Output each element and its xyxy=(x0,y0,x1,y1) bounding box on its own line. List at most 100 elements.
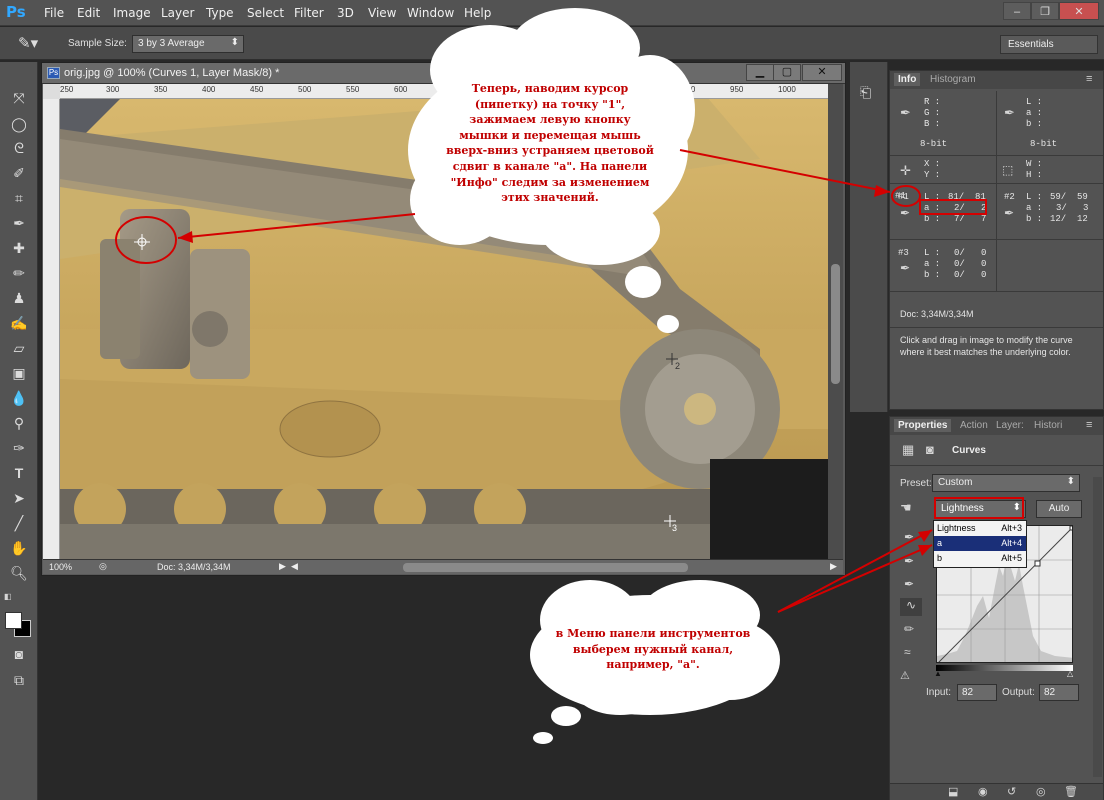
history-panel-icon[interactable]: ⎗ xyxy=(860,84,880,102)
menu-filter[interactable]: Filter xyxy=(294,6,324,20)
horizontal-scroll-thumb[interactable] xyxy=(403,563,688,572)
healing-brush-tool-icon[interactable]: ✚ xyxy=(8,238,30,258)
doc-close-button[interactable]: ✕ xyxy=(802,64,842,81)
menu-edit[interactable]: Edit xyxy=(77,6,100,20)
menu-type[interactable]: Type xyxy=(206,6,234,20)
sample-size-select[interactable]: 3 by 3 Average ⬍ xyxy=(132,35,244,53)
image-canvas[interactable]: 2 3 xyxy=(60,99,828,559)
tab-actions[interactable]: Action xyxy=(956,419,992,432)
tab-histogram[interactable]: Histogram xyxy=(926,73,980,86)
black-point-eyedropper-icon[interactable]: ✒ xyxy=(904,530,914,544)
status-menu-arrow-icon[interactable]: ▶ xyxy=(279,561,286,572)
color-sampler-tool-icon[interactable]: ✎▾ xyxy=(18,34,44,54)
w-label: W : xyxy=(1026,159,1043,169)
white-slider-icon[interactable]: △ xyxy=(1067,669,1073,678)
photoshop-logo: Ps xyxy=(6,3,26,21)
pen-tool-icon[interactable]: ✑ xyxy=(8,438,30,458)
menu-file[interactable]: File xyxy=(44,6,64,20)
tab-layers[interactable]: Layer: xyxy=(992,419,1028,432)
properties-scrollbar[interactable] xyxy=(1093,477,1102,777)
auto-button[interactable]: Auto xyxy=(1036,500,1082,518)
clip-to-layer-icon[interactable]: ⬓ xyxy=(948,785,958,798)
zoom-level[interactable]: 100% xyxy=(49,562,72,572)
move-tool-icon[interactable]: ⤧ xyxy=(8,88,30,108)
menu-help[interactable]: Help xyxy=(464,6,491,20)
minimize-button[interactable]: – xyxy=(1003,2,1031,20)
menu-window[interactable]: Window xyxy=(407,6,454,20)
hand-tool-icon[interactable]: ✋ xyxy=(8,538,30,558)
output-label: Output: xyxy=(1002,687,1035,698)
smooth-curve-icon[interactable]: ≈ xyxy=(904,645,911,659)
visibility-eye-icon[interactable]: ◎ xyxy=(1036,785,1046,798)
quick-select-tool-icon[interactable]: ✐ xyxy=(8,163,30,183)
tab-info[interactable]: Info xyxy=(894,73,921,86)
white-point-eyedropper-icon[interactable]: ✒ xyxy=(904,577,914,591)
document-title: orig.jpg @ 100% (Curves 1, Layer Mask/8)… xyxy=(64,67,280,79)
vertical-scrollbar[interactable] xyxy=(828,84,843,559)
gradient-tool-icon[interactable]: ▣ xyxy=(8,363,30,383)
workspace-switcher[interactable]: Essentials xyxy=(1000,35,1098,54)
type-tool-icon[interactable]: T xyxy=(8,463,30,483)
gray-point-eyedropper-icon[interactable]: ✒ xyxy=(904,554,914,568)
close-app-button[interactable]: ✕ xyxy=(1059,2,1099,20)
menu-select[interactable]: Select xyxy=(247,6,284,20)
document-tab[interactable]: Ps orig.jpg @ 100% (Curves 1, Layer Mask… xyxy=(42,63,845,84)
channel-option-lightness[interactable]: Lightness Alt+3 xyxy=(934,521,1026,536)
reset-icon[interactable]: ↺ xyxy=(1007,785,1016,798)
panel-menu-icon[interactable]: ≡ xyxy=(1086,419,1092,431)
crop-tool-icon[interactable]: ⌗ xyxy=(8,188,30,208)
path-select-tool-icon[interactable]: ➤ xyxy=(8,488,30,508)
panel-menu-icon[interactable]: ≡ xyxy=(1086,73,1092,85)
dodge-tool-icon[interactable]: ⚲ xyxy=(8,413,30,433)
history-brush-tool-icon[interactable]: ✍ xyxy=(8,313,30,333)
vertical-ruler[interactable] xyxy=(43,99,60,559)
channel-option-name: a xyxy=(937,538,943,548)
pencil-draw-icon[interactable]: ✏ xyxy=(904,622,914,636)
scroll-left-arrow-icon[interactable]: ◀ xyxy=(291,561,298,572)
channel-select[interactable]: Lightness ⬍ xyxy=(934,500,1026,518)
tab-properties[interactable]: Properties xyxy=(894,419,952,432)
doc-minimize-button[interactable]: ▁ xyxy=(746,64,774,81)
rgb-b-label: B : xyxy=(924,119,941,129)
marquee-tool-icon[interactable]: ◯ xyxy=(8,114,30,134)
clipping-warning-icon[interactable]: ⚠ xyxy=(900,669,910,682)
menu-layer[interactable]: Layer xyxy=(161,6,194,20)
output-field[interactable]: 82 xyxy=(1039,684,1079,701)
eyedropper-tool-icon[interactable]: ✒ xyxy=(8,213,30,233)
foreground-color-swatch[interactable] xyxy=(5,612,22,629)
targeted-adjustment-icon[interactable]: ☚ xyxy=(900,500,912,516)
scroll-right-arrow-icon[interactable]: ▶ xyxy=(830,561,837,572)
line-tool-icon[interactable]: ╱ xyxy=(8,513,30,533)
clone-stamp-tool-icon[interactable]: ♟ xyxy=(8,288,30,308)
zoom-tool-icon[interactable]: 🔍︎ xyxy=(8,563,30,583)
horizontal-ruler[interactable]: 250 300 350 400 450 500 550 600 650 700 … xyxy=(60,84,828,99)
quick-mask-icon[interactable]: ◙ xyxy=(8,644,30,664)
brush-tool-icon[interactable]: ✏ xyxy=(8,263,30,283)
curve-edit-points-icon[interactable]: ∿ xyxy=(900,598,922,616)
vertical-scroll-thumb[interactable] xyxy=(831,264,840,384)
blur-tool-icon[interactable]: 💧 xyxy=(8,388,30,408)
menu-image[interactable]: Image xyxy=(113,6,151,20)
tank-model-photo xyxy=(60,99,828,559)
ruler-tick: 350 xyxy=(154,85,168,94)
channel-option-b[interactable]: b Alt+5 xyxy=(934,551,1026,566)
input-field[interactable]: 82 xyxy=(957,684,997,701)
eraser-tool-icon[interactable]: ▱ xyxy=(8,338,30,358)
bit-depth-right: 8-bit xyxy=(1030,139,1058,149)
doc-maximize-button[interactable]: ▢ xyxy=(773,64,801,81)
lasso-tool-icon[interactable]: ᘓ xyxy=(8,138,30,158)
layer-mask-icon[interactable]: ◙ xyxy=(926,442,934,457)
screen-mode-icon[interactable]: ⧉ xyxy=(8,670,30,690)
tab-history[interactable]: Histori xyxy=(1030,419,1066,432)
black-slider-icon[interactable]: ▲ xyxy=(934,669,942,678)
default-colors-icon[interactable]: ◧ xyxy=(4,592,14,602)
view-previous-state-icon[interactable]: ◉ xyxy=(978,785,988,798)
preset-select[interactable]: Custom ⬍ xyxy=(932,474,1080,492)
status-icon[interactable]: ◎ xyxy=(99,561,107,572)
restore-button[interactable]: ❐ xyxy=(1031,2,1059,20)
channel-option-a[interactable]: a Alt+4 xyxy=(934,536,1026,551)
ruler-origin[interactable] xyxy=(43,84,60,99)
menu-view[interactable]: View xyxy=(368,6,396,20)
trash-icon[interactable]: 🗑︎ xyxy=(1064,785,1078,798)
menu-3d[interactable]: 3D xyxy=(337,6,354,20)
